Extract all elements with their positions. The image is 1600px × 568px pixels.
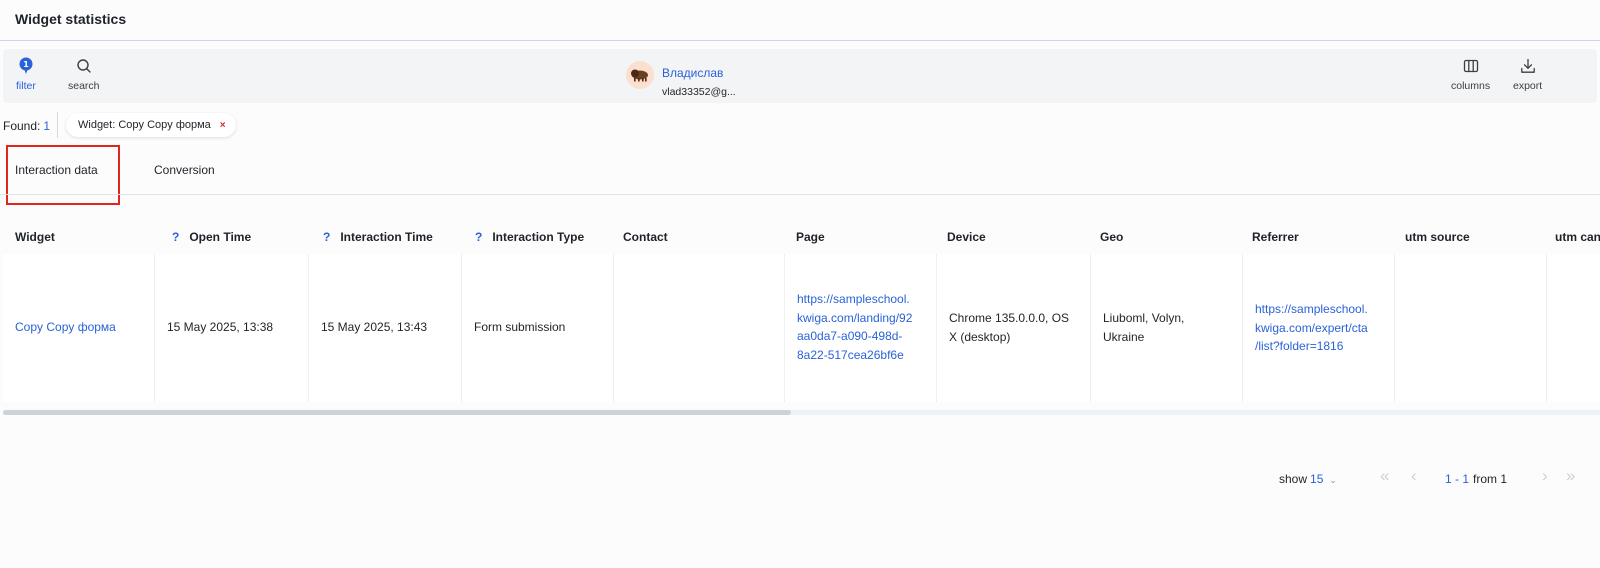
widget-statistics-page: Widget statistics 1 filter search column <box>0 0 1600 568</box>
page-range-value: 1 - 1 <box>1445 472 1470 486</box>
column-header-interaction-type-label: Interaction Type <box>492 230 585 244</box>
selected-tab-highlight <box>6 145 120 205</box>
cell-utm-campaign <box>1547 254 1600 402</box>
page-size-value: 15 <box>1310 472 1324 486</box>
referrer-line: /list?folder=1816 <box>1255 339 1344 353</box>
filter-label: filter <box>16 80 36 92</box>
contact-name-link[interactable]: Владислав <box>662 66 723 80</box>
referrer-line: kwiga.com/expert/cta <box>1255 320 1368 335</box>
found-count: 1 <box>43 119 51 133</box>
filter-icon: 1 <box>17 57 35 75</box>
show-label: show <box>1279 472 1308 486</box>
column-header-contact[interactable]: Contact <box>623 230 668 244</box>
cell-open-time: 15 May 2025, 13:38 <box>155 254 309 402</box>
widget-link[interactable]: Copy Copy форма <box>15 318 116 337</box>
help-icon[interactable]: ? <box>172 230 179 244</box>
referrer-link[interactable]: https://sampleschool. kwiga.com/expert/c… <box>1255 300 1368 356</box>
cell-device: Chrome 135.0.0.0, OS X (desktop) <box>937 254 1091 402</box>
search-button[interactable]: search <box>68 57 100 92</box>
toolbar: 1 filter search columns export <box>3 49 1597 103</box>
title-divider <box>0 40 1600 41</box>
table-row: Copy Copy форма 15 May 2025, 13:38 15 Ma… <box>3 254 1600 402</box>
contact-email: vlad33352@g... <box>662 86 736 98</box>
device-line: Chrome 135.0.0.0, OS <box>949 311 1070 325</box>
column-header-utm-source[interactable]: utm source <box>1405 230 1470 244</box>
help-icon[interactable]: ? <box>323 230 330 244</box>
geo-line: Liuboml, Volyn, <box>1103 311 1185 325</box>
search-icon <box>75 57 93 75</box>
filter-chip: Widget: Copy Copy форма × <box>66 113 236 137</box>
filter-button[interactable]: 1 filter <box>16 57 36 92</box>
interaction-time-value: 15 May 2025, 13:43 <box>321 320 428 334</box>
page-total: from 1 <box>1473 472 1508 486</box>
column-header-open-time[interactable]: ? Open Time <box>172 230 251 244</box>
filter-badge: 1 <box>23 60 29 69</box>
interaction-type-value: Form submission <box>474 320 566 334</box>
first-page-icon[interactable]: « <box>1380 466 1389 486</box>
chevron-down-icon: ⌄ <box>1329 475 1337 485</box>
column-header-device[interactable]: Device <box>947 230 986 244</box>
found-label: Found: <box>3 119 41 133</box>
page-link-line: aa0da7-a090-498d- <box>797 329 903 343</box>
page-link-line: https://sampleschool. <box>797 292 910 306</box>
avatar <box>626 61 654 89</box>
tabs-divider <box>0 194 1600 195</box>
page-size-selector[interactable]: show 15 ⌄ <box>1279 472 1337 486</box>
column-header-interaction-type[interactable]: ? Interaction Type <box>475 230 584 244</box>
referrer-line: https://sampleschool. <box>1255 302 1368 316</box>
column-header-utm-campaign[interactable]: utm can <box>1555 230 1600 244</box>
geo-value: Liuboml, Volyn, Ukraine <box>1103 309 1184 346</box>
cell-utm-source <box>1395 254 1547 402</box>
cell-contact <box>614 254 785 402</box>
export-button[interactable]: export <box>1513 57 1542 92</box>
download-icon <box>1519 57 1537 75</box>
prev-page-icon[interactable]: ‹ <box>1411 466 1417 486</box>
remove-filter-icon[interactable]: × <box>220 120 226 131</box>
scrollbar-thumb[interactable] <box>3 410 791 415</box>
cell-referrer: https://sampleschool. kwiga.com/expert/c… <box>1243 254 1395 402</box>
found-divider <box>57 112 58 138</box>
export-label: export <box>1513 80 1543 92</box>
page-link[interactable]: https://sampleschool. kwiga.com/landing/… <box>797 290 912 364</box>
tab-conversion[interactable]: Conversion <box>154 163 215 177</box>
cell-geo: Liuboml, Volyn, Ukraine <box>1091 254 1243 402</box>
cell-widget: Copy Copy форма <box>3 254 155 402</box>
cell-interaction-time: 15 May 2025, 13:43 <box>309 254 462 402</box>
device-line: X (desktop) <box>949 329 1011 344</box>
device-value: Chrome 135.0.0.0, OS X (desktop) <box>949 309 1069 346</box>
help-icon[interactable]: ? <box>475 230 482 244</box>
column-header-referrer[interactable]: Referrer <box>1252 230 1299 244</box>
next-page-icon[interactable]: › <box>1542 466 1548 486</box>
found-summary: Found: 1 <box>3 119 50 133</box>
filter-chip-label: Widget: Copy Copy форма <box>78 119 211 131</box>
page-range: 1 - 1 from 1 <box>1445 472 1507 486</box>
column-header-interaction-time-label: Interaction Time <box>340 230 433 244</box>
cell-interaction-type: Form submission <box>462 254 614 402</box>
column-header-open-time-label: Open Time <box>189 230 252 244</box>
geo-line: Ukraine <box>1103 329 1145 344</box>
column-header-interaction-time[interactable]: ? Interaction Time <box>323 230 433 244</box>
column-header-widget[interactable]: Widget <box>15 230 55 244</box>
search-label: search <box>68 80 100 92</box>
columns-label: columns <box>1451 80 1491 92</box>
page-title: Widget statistics <box>15 11 127 27</box>
cell-page: https://sampleschool. kwiga.com/landing/… <box>785 254 937 402</box>
bison-icon <box>631 69 648 82</box>
columns-button[interactable]: columns <box>1451 57 1490 92</box>
column-header-page[interactable]: Page <box>796 230 825 244</box>
open-time-value: 15 May 2025, 13:38 <box>167 320 274 334</box>
page-link-line: 8a22-517cea26bf6e <box>797 347 904 362</box>
column-header-geo[interactable]: Geo <box>1100 230 1123 244</box>
page-link-line: kwiga.com/landing/92 <box>797 310 913 325</box>
last-page-icon[interactable]: » <box>1566 466 1575 486</box>
columns-icon <box>1462 57 1480 75</box>
